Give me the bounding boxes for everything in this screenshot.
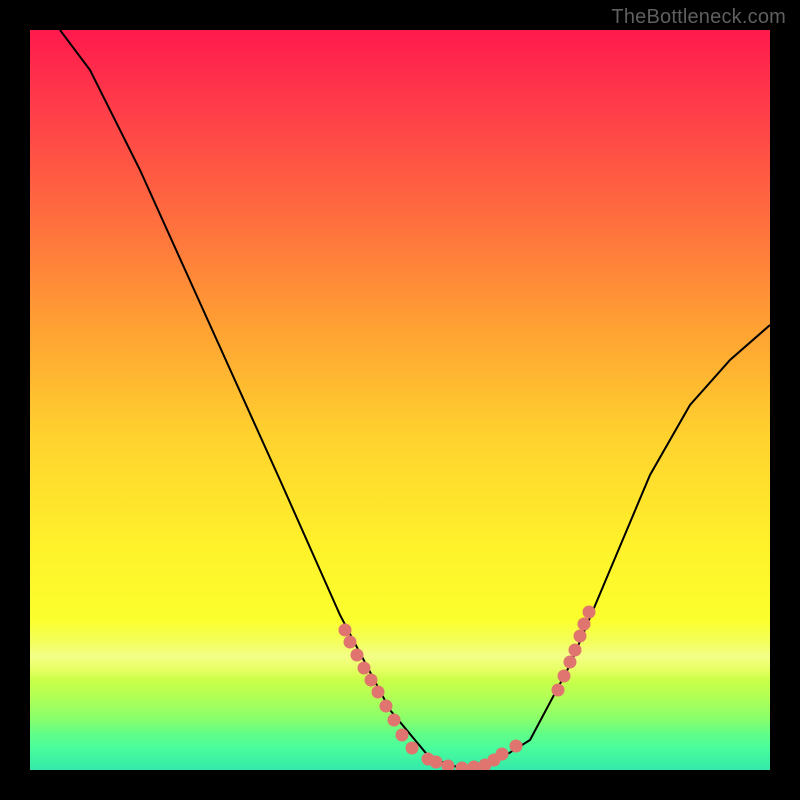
gradient-plot-area [30,30,770,770]
watermark-text: TheBottleneck.com [611,6,786,29]
